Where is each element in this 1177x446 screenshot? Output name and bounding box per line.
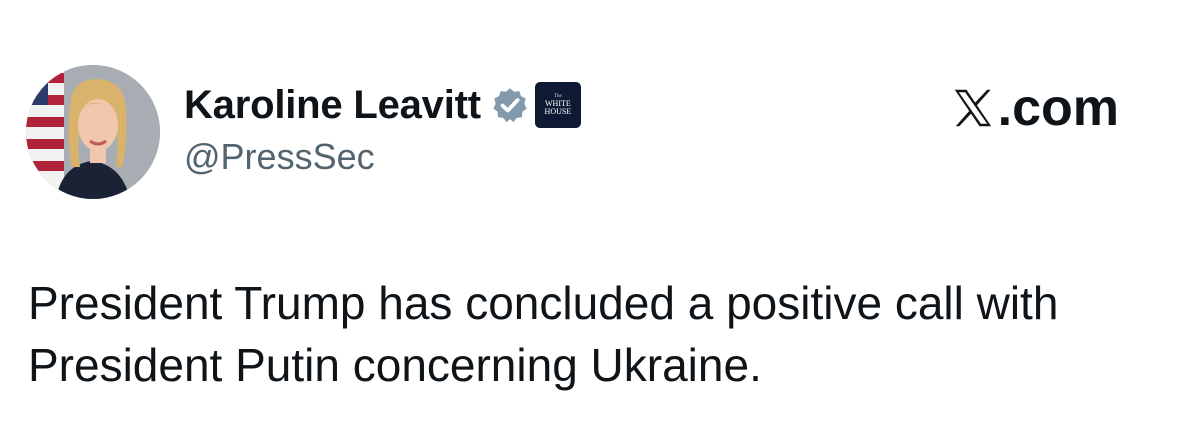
source-label: .com [950, 79, 1119, 137]
author-display-name[interactable]: Karoline Leavitt [184, 83, 481, 128]
tweet-text: President Trump has concluded a positive… [28, 277, 1059, 391]
author-handle[interactable]: @PressSec [184, 136, 375, 178]
avatar-photo [26, 65, 160, 199]
source-domain-text: .com [997, 79, 1119, 137]
author-name-row: Karoline Leavitt The WHITE HOUSE [184, 80, 581, 130]
avatar[interactable] [26, 65, 160, 199]
white-house-affiliate-badge[interactable]: The WHITE HOUSE [534, 82, 581, 128]
affiliate-badge-line3: HOUSE [544, 107, 572, 116]
x-logo-icon [954, 89, 991, 127]
verified-badge-icon[interactable] [491, 86, 529, 124]
